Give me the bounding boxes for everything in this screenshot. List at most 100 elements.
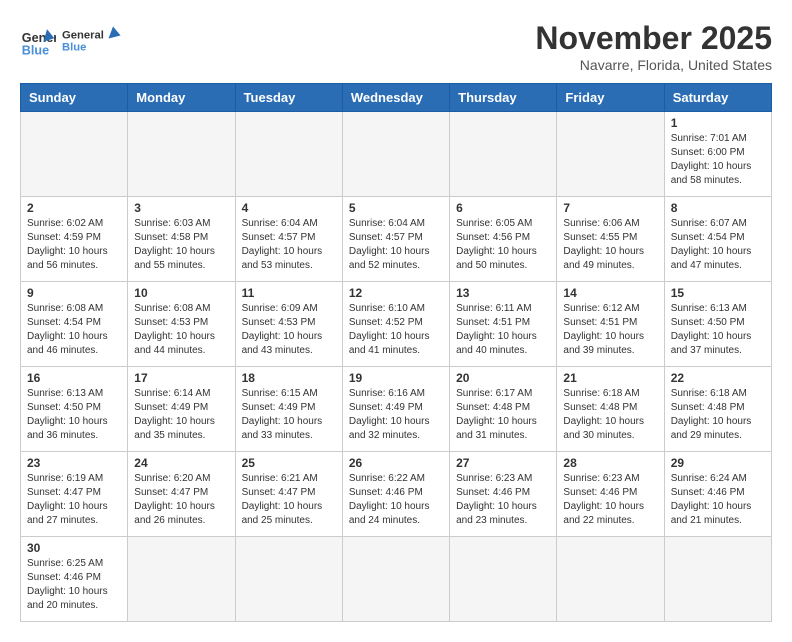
day-number: 27 bbox=[456, 456, 550, 470]
day-info: Sunrise: 6:23 AM Sunset: 4:46 PM Dayligh… bbox=[456, 472, 550, 528]
calendar-cell: 1 Sunrise: 7:01 AM Sunset: 6:00 PM Daylig… bbox=[664, 112, 771, 197]
calendar-cell: 30 Sunrise: 6:25 AM Sunset: 4:46 PM Dayli… bbox=[21, 537, 128, 622]
day-number: 28 bbox=[563, 456, 657, 470]
calendar-header-wednesday: Wednesday bbox=[342, 84, 449, 112]
calendar-cell: 4Sunrise: 6:04 AM Sunset: 4:57 PM Daylig… bbox=[235, 197, 342, 282]
svg-text:Blue: Blue bbox=[62, 42, 86, 54]
calendar-cell: 26 Sunrise: 6:22 AM Sunset: 4:46 PM Dayli… bbox=[342, 452, 449, 537]
day-number: 23 bbox=[27, 456, 121, 470]
day-info: Sunrise: 6:03 AM Sunset: 4:58 PM Dayligh… bbox=[134, 217, 228, 273]
calendar-cell: 16Sunrise: 6:13 AM Sunset: 4:50 PM Dayli… bbox=[21, 367, 128, 452]
day-info: Sunrise: 6:09 AM Sunset: 4:53 PM Dayligh… bbox=[242, 302, 336, 358]
day-info: Sunrise: 7:01 AM Sunset: 6:00 PM Dayligh… bbox=[671, 132, 765, 188]
calendar-week-4: 23 Sunrise: 6:19 AM Sunset: 4:47 PM Dayli… bbox=[21, 452, 772, 537]
day-info: Sunrise: 6:17 AM Sunset: 4:48 PM Dayligh… bbox=[456, 387, 550, 443]
day-number: 14 bbox=[563, 286, 657, 300]
calendar-week-1: 2 Sunrise: 6:02 AM Sunset: 4:59 PM Daylig… bbox=[21, 197, 772, 282]
calendar-cell: 3Sunrise: 6:03 AM Sunset: 4:58 PM Daylig… bbox=[128, 197, 235, 282]
day-info: Sunrise: 6:25 AM Sunset: 4:46 PM Dayligh… bbox=[27, 557, 121, 613]
calendar-cell: 18 Sunrise: 6:15 AM Sunset: 4:49 PM Dayli… bbox=[235, 367, 342, 452]
calendar-week-3: 16Sunrise: 6:13 AM Sunset: 4:50 PM Dayli… bbox=[21, 367, 772, 452]
day-info: Sunrise: 6:18 AM Sunset: 4:48 PM Dayligh… bbox=[563, 387, 657, 443]
calendar-cell: 13 Sunrise: 6:11 AM Sunset: 4:51 PM Dayli… bbox=[450, 282, 557, 367]
day-number: 6 bbox=[456, 201, 550, 215]
calendar-cell bbox=[557, 537, 664, 622]
day-number: 18 bbox=[242, 371, 336, 385]
svg-text:Blue: Blue bbox=[22, 43, 49, 57]
calendar-header-monday: Monday bbox=[128, 84, 235, 112]
calendar-cell: 24 Sunrise: 6:20 AM Sunset: 4:47 PM Dayli… bbox=[128, 452, 235, 537]
day-info: Sunrise: 6:14 AM Sunset: 4:49 PM Dayligh… bbox=[134, 387, 228, 443]
calendar-cell bbox=[557, 112, 664, 197]
calendar-cell bbox=[342, 112, 449, 197]
day-number: 13 bbox=[456, 286, 550, 300]
calendar-cell: 10Sunrise: 6:08 AM Sunset: 4:53 PM Dayli… bbox=[128, 282, 235, 367]
calendar-cell bbox=[235, 537, 342, 622]
day-info: Sunrise: 6:16 AM Sunset: 4:49 PM Dayligh… bbox=[349, 387, 443, 443]
day-info: Sunrise: 6:21 AM Sunset: 4:47 PM Dayligh… bbox=[242, 472, 336, 528]
day-number: 25 bbox=[242, 456, 336, 470]
calendar-cell bbox=[21, 112, 128, 197]
day-info: Sunrise: 6:20 AM Sunset: 4:47 PM Dayligh… bbox=[134, 472, 228, 528]
day-info: Sunrise: 6:12 AM Sunset: 4:51 PM Dayligh… bbox=[563, 302, 657, 358]
day-number: 26 bbox=[349, 456, 443, 470]
day-number: 8 bbox=[671, 201, 765, 215]
calendar-header-tuesday: Tuesday bbox=[235, 84, 342, 112]
calendar-cell bbox=[450, 537, 557, 622]
day-info: Sunrise: 6:08 AM Sunset: 4:54 PM Dayligh… bbox=[27, 302, 121, 358]
day-number: 1 bbox=[671, 116, 765, 130]
calendar-cell: 8 Sunrise: 6:07 AM Sunset: 4:54 PM Daylig… bbox=[664, 197, 771, 282]
day-number: 16 bbox=[27, 371, 121, 385]
calendar-cell bbox=[664, 537, 771, 622]
calendar-cell: 6 Sunrise: 6:05 AM Sunset: 4:56 PM Daylig… bbox=[450, 197, 557, 282]
day-number: 22 bbox=[671, 371, 765, 385]
day-info: Sunrise: 6:22 AM Sunset: 4:46 PM Dayligh… bbox=[349, 472, 443, 528]
day-number: 30 bbox=[27, 541, 121, 555]
logo-icon: General Blue bbox=[20, 22, 56, 58]
calendar-cell: 5 Sunrise: 6:04 AM Sunset: 4:57 PM Daylig… bbox=[342, 197, 449, 282]
calendar-cell: 12Sunrise: 6:10 AM Sunset: 4:52 PM Dayli… bbox=[342, 282, 449, 367]
day-info: Sunrise: 6:18 AM Sunset: 4:48 PM Dayligh… bbox=[671, 387, 765, 443]
calendar-cell: 17Sunrise: 6:14 AM Sunset: 4:49 PM Dayli… bbox=[128, 367, 235, 452]
day-info: Sunrise: 6:07 AM Sunset: 4:54 PM Dayligh… bbox=[671, 217, 765, 273]
generalblue-logo-full: General Blue bbox=[62, 20, 122, 60]
calendar-header-sunday: Sunday bbox=[21, 84, 128, 112]
calendar-cell: 15Sunrise: 6:13 AM Sunset: 4:50 PM Dayli… bbox=[664, 282, 771, 367]
calendar-cell: 29Sunrise: 6:24 AM Sunset: 4:46 PM Dayli… bbox=[664, 452, 771, 537]
calendar-header-friday: Friday bbox=[557, 84, 664, 112]
calendar-cell: 19Sunrise: 6:16 AM Sunset: 4:49 PM Dayli… bbox=[342, 367, 449, 452]
calendar-week-0: 1 Sunrise: 7:01 AM Sunset: 6:00 PM Daylig… bbox=[21, 112, 772, 197]
day-info: Sunrise: 6:10 AM Sunset: 4:52 PM Dayligh… bbox=[349, 302, 443, 358]
calendar-cell: 20 Sunrise: 6:17 AM Sunset: 4:48 PM Dayli… bbox=[450, 367, 557, 452]
calendar-cell bbox=[128, 112, 235, 197]
day-info: Sunrise: 6:11 AM Sunset: 4:51 PM Dayligh… bbox=[456, 302, 550, 358]
day-info: Sunrise: 6:15 AM Sunset: 4:49 PM Dayligh… bbox=[242, 387, 336, 443]
calendar-cell bbox=[128, 537, 235, 622]
calendar-cell bbox=[342, 537, 449, 622]
day-info: Sunrise: 6:05 AM Sunset: 4:56 PM Dayligh… bbox=[456, 217, 550, 273]
calendar-header-saturday: Saturday bbox=[664, 84, 771, 112]
calendar-cell: 23 Sunrise: 6:19 AM Sunset: 4:47 PM Dayli… bbox=[21, 452, 128, 537]
calendar-week-5: 30 Sunrise: 6:25 AM Sunset: 4:46 PM Dayli… bbox=[21, 537, 772, 622]
day-info: Sunrise: 6:23 AM Sunset: 4:46 PM Dayligh… bbox=[563, 472, 657, 528]
day-info: Sunrise: 6:04 AM Sunset: 4:57 PM Dayligh… bbox=[349, 217, 443, 273]
calendar-cell: 28 Sunrise: 6:23 AM Sunset: 4:46 PM Dayli… bbox=[557, 452, 664, 537]
day-number: 4 bbox=[242, 201, 336, 215]
day-info: Sunrise: 6:13 AM Sunset: 4:50 PM Dayligh… bbox=[671, 302, 765, 358]
day-number: 24 bbox=[134, 456, 228, 470]
calendar-cell: 14 Sunrise: 6:12 AM Sunset: 4:51 PM Dayli… bbox=[557, 282, 664, 367]
page-header: General Blue General Blue November 2025 … bbox=[20, 20, 772, 73]
day-info: Sunrise: 6:24 AM Sunset: 4:46 PM Dayligh… bbox=[671, 472, 765, 528]
day-number: 7 bbox=[563, 201, 657, 215]
day-info: Sunrise: 6:06 AM Sunset: 4:55 PM Dayligh… bbox=[563, 217, 657, 273]
day-number: 20 bbox=[456, 371, 550, 385]
calendar-table: SundayMondayTuesdayWednesdayThursdayFrid… bbox=[20, 83, 772, 622]
calendar-cell: 2 Sunrise: 6:02 AM Sunset: 4:59 PM Daylig… bbox=[21, 197, 128, 282]
location: Navarre, Florida, United States bbox=[535, 57, 772, 73]
calendar-cell bbox=[235, 112, 342, 197]
calendar-cell: 27 Sunrise: 6:23 AM Sunset: 4:46 PM Dayli… bbox=[450, 452, 557, 537]
day-info: Sunrise: 6:02 AM Sunset: 4:59 PM Dayligh… bbox=[27, 217, 121, 273]
day-number: 5 bbox=[349, 201, 443, 215]
day-number: 2 bbox=[27, 201, 121, 215]
day-info: Sunrise: 6:19 AM Sunset: 4:47 PM Dayligh… bbox=[27, 472, 121, 528]
